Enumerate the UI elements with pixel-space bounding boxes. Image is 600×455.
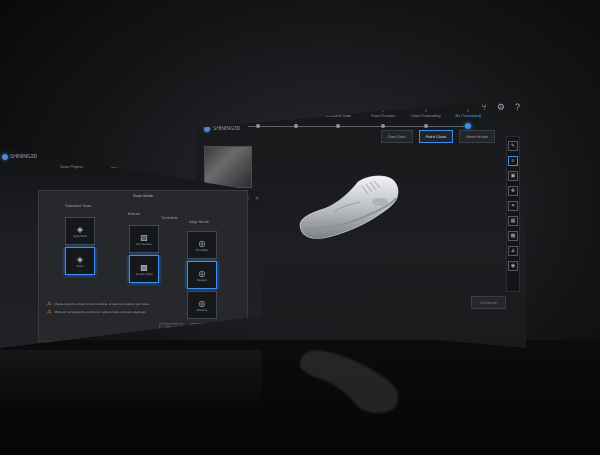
dialog-step-2[interactable]: Scan Mode (111, 164, 131, 169)
top-icons: ⑂ ⚙ ? (482, 102, 521, 113)
dialog-step-1[interactable]: Scan Project (60, 164, 83, 169)
step-5[interactable]: 5 Data Processing (406, 108, 446, 128)
view-icon[interactable]: ◉ (508, 261, 518, 271)
step-dot (294, 124, 298, 128)
col-label-texture: Texture (127, 211, 141, 216)
step-label: Standard Scan (324, 113, 352, 118)
main-logo-text: SHINING3D (213, 126, 241, 132)
share-icon[interactable]: ⑂ (482, 102, 487, 113)
markers-option[interactable]: ◎ Markers (187, 291, 217, 319)
step-label: Scan Mode (285, 113, 307, 118)
align-icon[interactable]: ✥ (508, 186, 518, 196)
view-mode-buttons: Raw Data Point Cloud Mesh Model (381, 130, 496, 143)
step-2[interactable]: 2 Scan Mode (276, 108, 316, 128)
scan-option[interactable]: ◈ Scan (65, 247, 95, 275)
settings-icon[interactable]: ⚙ (497, 102, 505, 113)
raw-data-button[interactable]: Raw Data (381, 130, 413, 143)
scanner-icon: ◈ (76, 254, 84, 264)
step-4[interactable]: 4 Post-Process (363, 108, 403, 128)
turntable-option[interactable]: ◎ Turntable (187, 231, 217, 259)
scan-mode-panel: Scan Mode Standard Scan Texture Turntabl… (38, 190, 248, 342)
close-icon[interactable]: ✕ (255, 196, 259, 202)
texture-icon: ▩ (140, 262, 148, 272)
step-label: Scan Project (246, 113, 270, 118)
option-label: Turntable (195, 247, 209, 252)
scan-thumbnail[interactable] (204, 146, 252, 188)
step-dot (381, 124, 385, 128)
option-label: Light Scan (72, 233, 88, 238)
texture-scan-option[interactable]: ▩ Texture Scan (129, 255, 159, 283)
step-dot-active (465, 123, 471, 129)
shoe-3d-model[interactable] (296, 172, 404, 244)
note-text: Please place the object on the turntable… (54, 302, 149, 306)
main-logo: SHINING3D (204, 126, 240, 132)
step-dot (336, 124, 340, 128)
col-label-turntable: Turntable (161, 215, 178, 220)
step-label: 3D Processing (454, 113, 481, 118)
mesh-icon[interactable]: ▩ (508, 231, 518, 241)
edit-icon[interactable]: ✎ (508, 141, 518, 151)
dialog-steps: Scan Project Scan Mode Standard Scan (60, 164, 185, 169)
step-dot (256, 124, 260, 128)
markers-icon: ◎ (198, 298, 206, 308)
col-label-standard: Standard Scan (65, 203, 92, 208)
warning-icon: ⚠ (47, 309, 52, 315)
step-number: 3 (336, 108, 340, 113)
step-1[interactable]: 1 Scan Project (238, 108, 278, 128)
measure-icon[interactable]: ∡ (508, 246, 518, 256)
option-label: Texture Scan (135, 271, 153, 276)
option-label: Markers (196, 307, 208, 312)
logo-icon (204, 126, 210, 132)
dialog-reflection (0, 350, 262, 410)
info-note-2: ⚠ Markers: Increasing the number of mark… (47, 309, 146, 315)
next-button[interactable]: Next (191, 323, 215, 333)
turntable-icon: ◎ (198, 238, 206, 248)
step-label: Post-Process (371, 113, 395, 118)
select-icon[interactable]: ▣ (508, 171, 518, 181)
layers-icon[interactable]: ≡ (508, 156, 518, 166)
note-text: Markers: Increasing the number of marker… (54, 310, 147, 314)
mesh-model-button[interactable]: Mesh Model (459, 130, 496, 143)
back-button[interactable]: Back (159, 323, 183, 333)
shoe-reflection (300, 350, 398, 414)
step-3[interactable]: 3 Standard Scan (318, 108, 358, 128)
warning-icon: ⚠ (47, 301, 52, 307)
dialog-logo: SHINING3D (2, 154, 37, 160)
point-cloud-button[interactable]: Point Cloud (418, 130, 454, 143)
step-label: Data Processing (411, 113, 441, 118)
right-toolbar: ✎ ≡ ▣ ✥ ⌗ ▦ ▩ ∡ ◉ (506, 136, 520, 292)
step-line (248, 126, 468, 127)
scanner-icon: ◈ (76, 224, 84, 234)
step-number: 2 (294, 108, 298, 113)
step-number: 1 (256, 108, 260, 113)
crop-icon[interactable]: ⌗ (508, 201, 518, 211)
generate-button[interactable]: Generate (471, 296, 506, 309)
col-label-align: Align Mode (189, 219, 210, 224)
main-header: SHINING3D 1 Scan Project 2 Scan Mode 3 S… (196, 98, 526, 143)
dialog-logo-text: SHINING3D (10, 154, 38, 160)
info-note-1: ⚠ Please place the object on the turntab… (47, 301, 149, 307)
option-label: Non-texture (136, 241, 152, 246)
feature-icon: ◎ (198, 268, 206, 278)
panel-title: Scan Mode (132, 193, 154, 198)
light-scan-option[interactable]: ◈ Light Scan (65, 217, 95, 245)
dialog-step-3[interactable]: Standard Scan (159, 164, 185, 169)
step-dot (424, 124, 428, 128)
option-label: Scan (76, 263, 84, 268)
non-texture-option[interactable]: ▧ Non-texture (129, 225, 159, 253)
help-icon[interactable]: ? (515, 102, 520, 113)
cube-icon: ▧ (140, 232, 148, 242)
logo-icon (2, 154, 8, 160)
feature-option[interactable]: ◎ Feature (187, 261, 217, 289)
fill-icon[interactable]: ▦ (508, 216, 518, 226)
option-label: Feature (196, 277, 208, 282)
